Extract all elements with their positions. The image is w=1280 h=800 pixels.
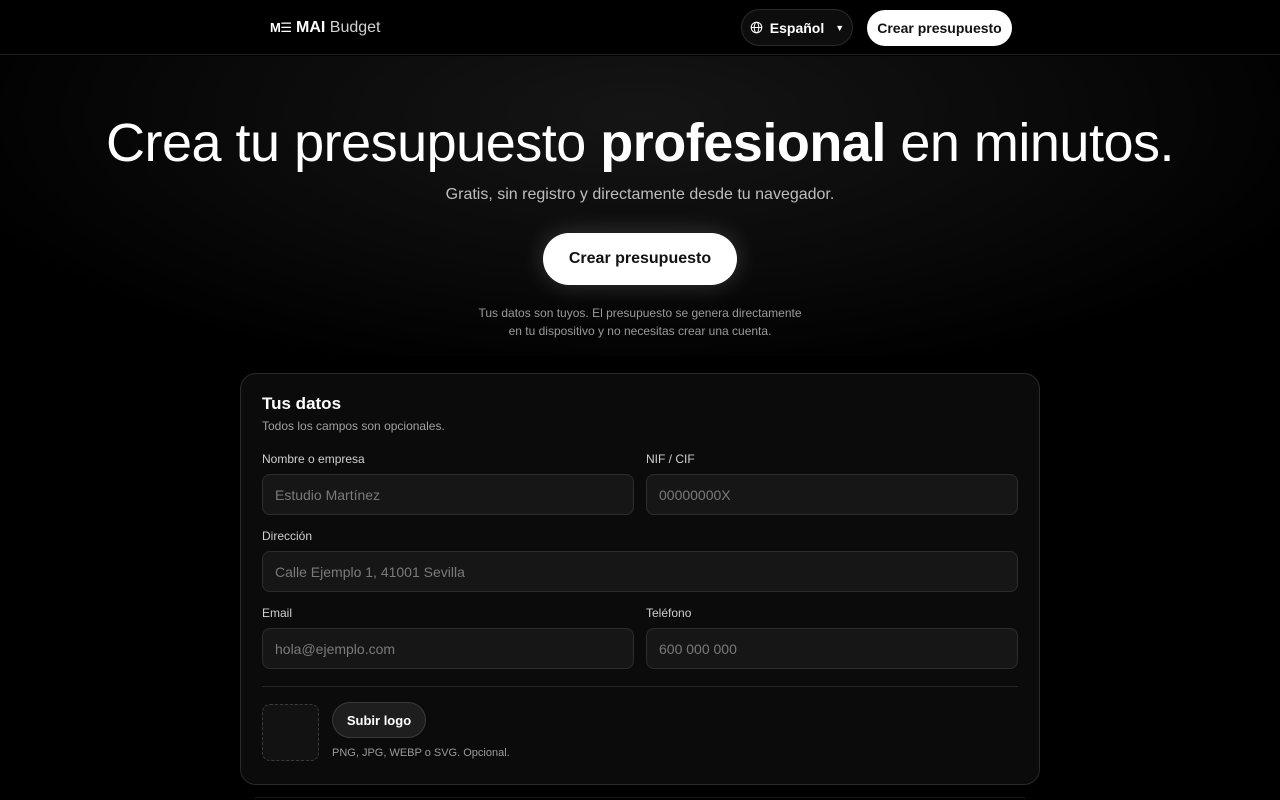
next-section-edge xyxy=(255,797,1025,798)
logo-preview-dropzone[interactable] xyxy=(262,704,319,761)
privacy-note-line-1: Tus datos son tuyos. El presupuesto se g… xyxy=(478,306,802,320)
brand-name-bold: MAI xyxy=(296,19,326,36)
hero-subtitle: Gratis, sin registro y directamente desd… xyxy=(445,186,835,203)
language-selector[interactable]: Español ▼ xyxy=(741,9,853,46)
caret-down-icon: ▼ xyxy=(835,22,845,33)
privacy-note-line-2: en tu dispositivo y no necesitas crear u… xyxy=(508,324,772,338)
card-title: Tus datos xyxy=(262,394,342,413)
hero-title: Crea tu presupuesto profesional en minut… xyxy=(0,112,1280,174)
globe-icon xyxy=(750,21,763,34)
language-label: Español xyxy=(769,19,825,36)
address-label: Dirección xyxy=(262,529,313,543)
email-label: Email xyxy=(262,606,293,620)
phone-input[interactable] xyxy=(646,628,1018,669)
email-input[interactable] xyxy=(262,628,634,669)
privacy-note: Tus datos son tuyos. El presupuesto se g… xyxy=(0,304,1280,340)
card-subtitle: Todos los campos son opcionales. xyxy=(262,419,445,433)
hero-title-pre: Crea tu presupuesto xyxy=(105,113,601,173)
top-navigation-bar: M☰ MAI Budget Español ▼ Crear presupuest… xyxy=(0,0,1280,55)
logo-format-hint: PNG, JPG, WEBP o SVG. Opcional. xyxy=(332,747,510,759)
company-input[interactable] xyxy=(262,474,634,515)
brand-name: MAI Budget xyxy=(296,19,381,37)
phone-label: Teléfono xyxy=(646,606,692,620)
address-input[interactable] xyxy=(262,551,1018,592)
upload-logo-button[interactable]: Subir logo xyxy=(332,702,426,738)
hero-create-budget-button[interactable]: Crear presupuesto xyxy=(543,233,737,285)
your-details-card: Tus datos Todos los campos son opcionale… xyxy=(240,373,1040,785)
company-label: Nombre o empresa xyxy=(262,452,365,466)
taxid-input[interactable] xyxy=(646,474,1018,515)
divider xyxy=(262,686,1018,687)
header-create-budget-button[interactable]: Crear presupuesto xyxy=(867,10,1012,46)
brand-mark-icon: M☰ xyxy=(270,20,292,35)
taxid-label: NIF / CIF xyxy=(646,452,695,466)
brand-name-light: Budget xyxy=(329,19,381,36)
brand-logo[interactable]: M☰ MAI Budget xyxy=(270,17,381,39)
hero-title-post: en minutos. xyxy=(885,113,1174,173)
hero-title-bold: profesional xyxy=(600,113,886,173)
